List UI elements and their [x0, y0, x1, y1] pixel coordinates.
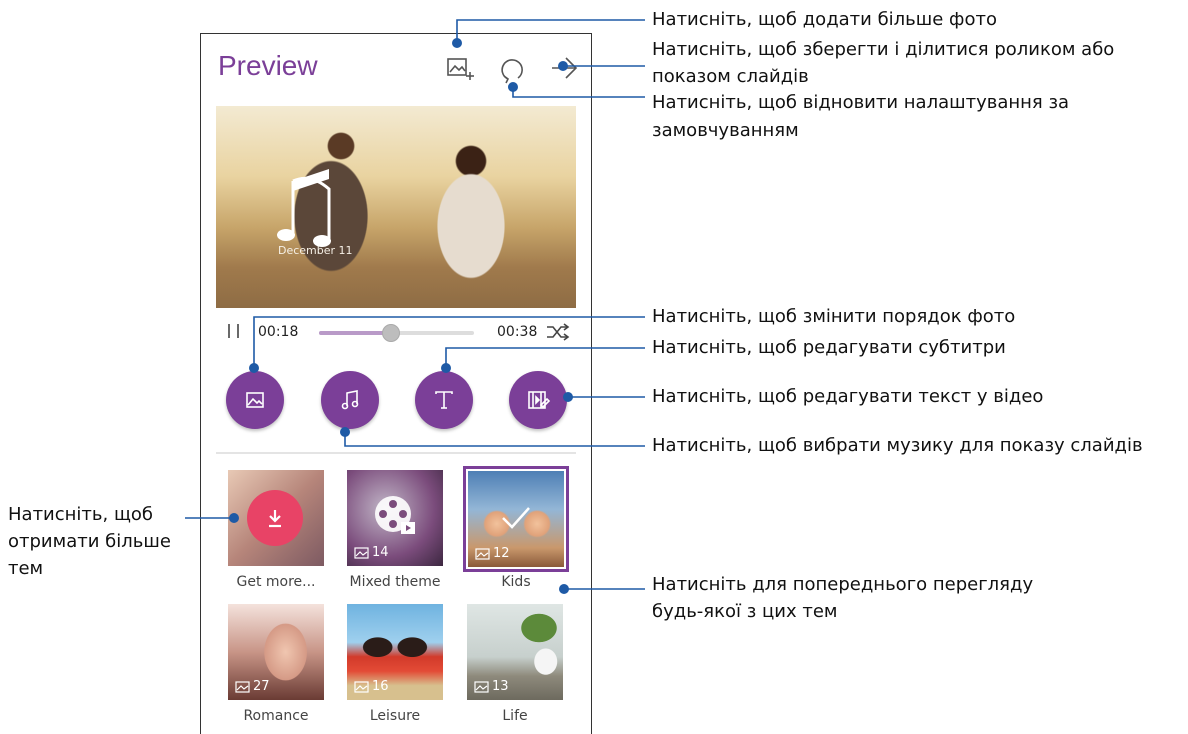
note-more-themes-cont: отримати більше	[8, 531, 171, 552]
note-reorder: Натисніть, щоб змінити порядок фото	[652, 306, 1016, 327]
note-add-photos: Натисніть, щоб додати більше фото	[652, 9, 997, 30]
theme-life[interactable]: 13	[467, 604, 563, 700]
seek-bar[interactable]	[319, 324, 474, 342]
pause-icon[interactable]	[226, 322, 242, 340]
page-title: Preview	[218, 50, 318, 81]
callout-dot	[452, 38, 462, 48]
seek-handle[interactable]	[382, 324, 401, 342]
photo-count: 12	[475, 546, 510, 561]
callout-dot	[559, 584, 569, 594]
theme-label: Mixed theme	[349, 574, 441, 590]
note-more-themes: Натисніть, щоб	[8, 504, 154, 525]
theme-label: Leisure	[369, 708, 421, 724]
photo-count: 13	[474, 679, 509, 694]
music-button[interactable]	[321, 371, 379, 429]
download-button[interactable]	[247, 490, 303, 546]
photo-count-value: 27	[253, 679, 270, 694]
theme-get-more[interactable]	[228, 470, 324, 566]
photo-count-value: 16	[372, 679, 389, 694]
theme-leisure[interactable]: 16	[347, 604, 443, 700]
note-subtitles: Натисніть, щоб редагувати субтитри	[652, 337, 1006, 358]
preview-photo[interactable]: December 11	[216, 106, 576, 308]
text-t-icon	[435, 391, 453, 409]
photo-count: 16	[354, 679, 389, 694]
note-reset-cont: замовчуванням	[652, 120, 799, 141]
image-icon	[246, 392, 264, 408]
photo-count-value: 12	[493, 546, 510, 561]
theme-romance[interactable]: 27	[228, 604, 324, 700]
callout-dot	[249, 363, 259, 373]
note-save-share-cont: показом слайдів	[652, 66, 809, 87]
callout-dot	[441, 363, 451, 373]
image-icon	[354, 680, 369, 693]
theme-label: Romance	[243, 708, 309, 724]
theme-label: Kids	[501, 574, 531, 590]
photo-count-value: 14	[372, 545, 389, 560]
theme-label: Life	[502, 708, 528, 724]
video-edit-icon	[528, 391, 551, 409]
note-preview-themes: Натисніть для попереднього перегляду	[652, 574, 1034, 595]
callout-dot	[229, 513, 239, 523]
music-note-icon	[341, 390, 359, 410]
image-icon	[475, 547, 490, 560]
photo-caption: December 11	[278, 244, 353, 257]
note-preview-themes-cont: будь-якої з цих тем	[652, 601, 838, 622]
phone-screen: Preview December 11 00:18 00:38 14 12 Ge…	[200, 33, 592, 734]
theme-kids[interactable]: 12	[468, 471, 564, 567]
callout-dot	[340, 427, 350, 437]
callout-dot	[558, 61, 568, 71]
time-current: 00:18	[258, 324, 299, 340]
note-save-share: Натисніть, щоб зберегти і ділитися ролик…	[652, 39, 1115, 60]
image-icon	[474, 680, 489, 693]
photo-count: 27	[235, 679, 270, 694]
subtitles-button[interactable]	[415, 371, 473, 429]
film-reel-icon	[375, 496, 415, 534]
callout-dot	[508, 82, 518, 92]
add-photo-icon[interactable]	[444, 52, 476, 84]
photo-count: 14	[354, 545, 389, 560]
theme-label: Get more...	[236, 574, 316, 590]
reset-icon[interactable]	[496, 52, 528, 84]
time-total: 00:38	[497, 324, 538, 340]
note-video-text: Натисніть, щоб редагувати текст у відео	[652, 386, 1044, 407]
photo-count-value: 13	[492, 679, 509, 694]
video-text-button[interactable]	[509, 371, 567, 429]
note-reset: Натисніть, щоб відновити налаштування за	[652, 92, 1070, 113]
theme-mixed[interactable]: 14	[347, 470, 443, 566]
check-icon	[502, 507, 530, 529]
shuffle-icon[interactable]	[545, 322, 571, 342]
note-music: Натисніть, щоб вибрати музику для показу…	[652, 435, 1143, 456]
download-icon	[269, 510, 281, 528]
divider	[216, 452, 576, 454]
callout-dot	[563, 392, 573, 402]
seek-progress	[319, 331, 391, 335]
image-icon	[354, 546, 369, 559]
reorder-photos-button[interactable]	[226, 371, 284, 429]
image-icon	[235, 680, 250, 693]
note-more-themes-end: тем	[8, 558, 44, 579]
